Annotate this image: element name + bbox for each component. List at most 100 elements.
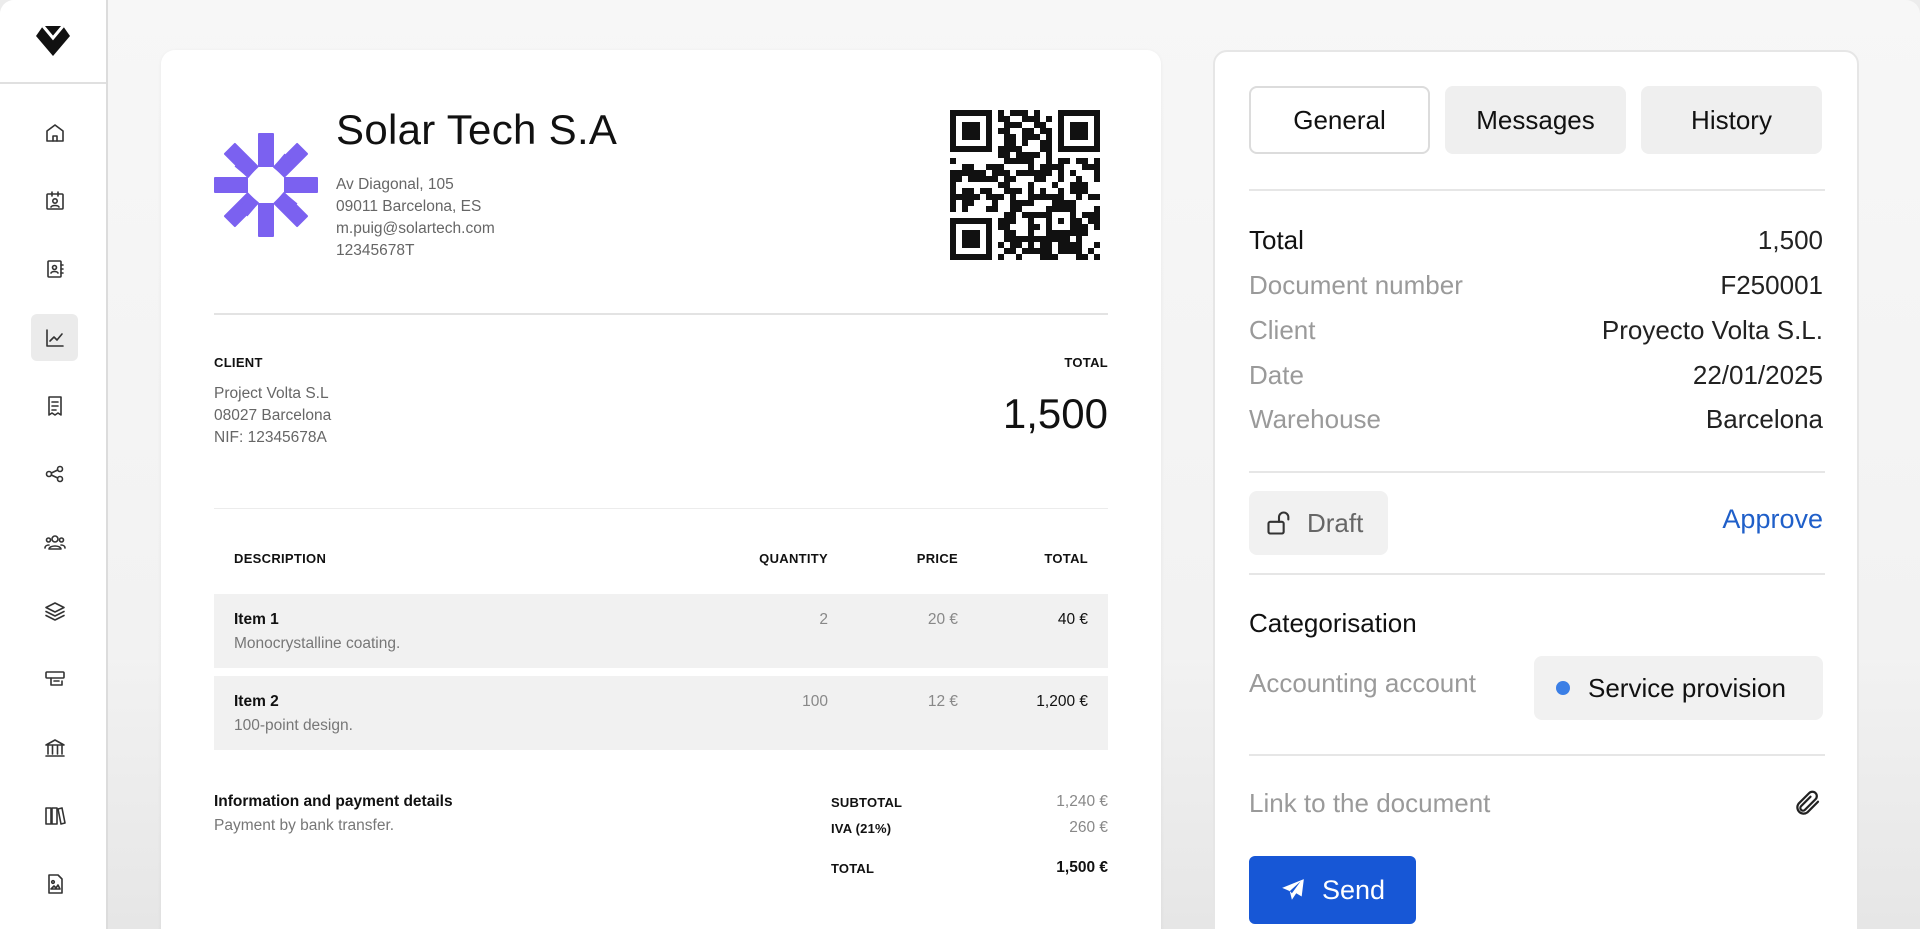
contact-card-icon — [45, 190, 64, 210]
document-number-value: F250001 — [1720, 270, 1823, 300]
invoice-total-amount: 1,500 — [1002, 390, 1108, 437]
client-label: Client — [1249, 315, 1316, 345]
payment-description: Payment by bank transfer. — [214, 817, 395, 834]
bank-icon — [44, 738, 65, 757]
item-price: 20 € — [927, 611, 958, 628]
divider — [1249, 754, 1825, 756]
sidebar-item-library[interactable] — [31, 792, 78, 839]
books-icon — [44, 806, 66, 825]
item-total: 40 € — [1057, 611, 1088, 628]
layers-icon — [44, 601, 65, 621]
summary-total-value: 1,500 € — [1056, 859, 1108, 876]
sidebar-item-analytics[interactable] — [31, 314, 78, 361]
summary-total-label: TOTAL — [831, 861, 875, 876]
users-icon — [43, 534, 66, 550]
total-label: Total — [1249, 225, 1304, 255]
sidebar-item-layers[interactable] — [31, 587, 78, 634]
tab-history[interactable]: History — [1641, 86, 1822, 154]
chart-icon — [45, 328, 64, 347]
item-quantity: 2 — [819, 611, 828, 628]
status-badge[interactable]: Draft — [1249, 491, 1388, 555]
share-icon — [45, 465, 63, 482]
sidebar-item-home[interactable] — [31, 109, 78, 156]
divider — [1249, 189, 1825, 191]
client-nif: NIF: 12345678A — [214, 429, 327, 446]
total-value: 1,500 — [1757, 225, 1823, 255]
company-city: 09011 Barcelona, ES — [336, 198, 482, 215]
accounting-account-label: Accounting account — [1249, 668, 1476, 698]
details-panel: General Messages History Total 1,500 Doc… — [1213, 50, 1859, 929]
diamond-logo-icon — [36, 25, 70, 56]
categorisation-title: Categorisation — [1249, 608, 1417, 638]
item-description: 100-point design. — [234, 717, 353, 734]
send-button[interactable]: Send — [1249, 856, 1416, 924]
item-description: Monocrystalline coating. — [234, 635, 401, 652]
accounting-account-select[interactable]: Service provision — [1534, 656, 1823, 720]
client-city: 08027 Barcelona — [214, 407, 332, 424]
client-value: Proyecto Volta S.L. — [1601, 315, 1823, 345]
divider — [1249, 471, 1825, 473]
warehouse-label: Warehouse — [1249, 404, 1381, 434]
image-file-icon — [47, 873, 63, 894]
app-window: Solar Tech S.A Av Diagonal, 105 09011 Ba… — [0, 0, 1920, 929]
sunburst-logo-icon — [214, 133, 318, 237]
company-tax-id: 12345678T — [336, 242, 415, 259]
sidebar-item-address-book[interactable] — [31, 245, 78, 292]
document-number-label: Document number — [1249, 270, 1463, 300]
item-price: 12 € — [927, 693, 958, 710]
payment-title: Information and payment details — [214, 793, 453, 810]
client-details: Project Volta S.L 08027 Barcelona NIF: 1… — [214, 383, 331, 449]
divider — [214, 313, 1108, 315]
company-name: Solar Tech S.A — [336, 106, 618, 153]
sidebar-item-bank[interactable] — [31, 724, 78, 771]
total-caption: TOTAL — [1064, 355, 1108, 370]
table-row — [214, 594, 1108, 668]
link-to-document-label: Link to the document — [1249, 788, 1491, 818]
subtotal-value: 1,240 € — [1056, 793, 1108, 810]
unlock-icon — [1267, 511, 1290, 535]
status-label: Draft — [1307, 507, 1364, 538]
company-address: Av Diagonal, 105 — [336, 176, 454, 193]
item-name: Item 2 — [234, 693, 279, 710]
column-header-total: TOTAL — [1044, 551, 1088, 566]
receipt-icon — [47, 395, 62, 416]
approve-link[interactable]: Approve — [1722, 504, 1823, 535]
app-logo[interactable] — [0, 0, 106, 84]
sidebar-item-contacts[interactable] — [31, 177, 78, 224]
sidebar-item-documents[interactable] — [31, 860, 78, 907]
date-label: Date — [1249, 360, 1304, 390]
warehouse-value: Barcelona — [1705, 404, 1823, 434]
home-icon — [45, 123, 64, 142]
date-value: 22/01/2025 — [1692, 360, 1823, 390]
address-book-icon — [46, 259, 64, 278]
subtotal-label: SUBTOTAL — [831, 795, 903, 810]
invoice-preview: Solar Tech S.A Av Diagonal, 105 09011 Ba… — [161, 50, 1161, 929]
tab-general[interactable]: General — [1249, 86, 1430, 154]
table-row — [214, 676, 1108, 750]
item-quantity: 100 — [802, 693, 828, 710]
iva-value: 260 € — [1069, 819, 1108, 836]
qr-code — [950, 110, 1100, 260]
paperclip-icon[interactable] — [1793, 788, 1823, 818]
tab-messages[interactable]: Messages — [1445, 86, 1626, 154]
sidebar-item-users[interactable] — [31, 518, 78, 565]
column-header-quantity: QUANTITY — [759, 551, 828, 566]
sidebar — [0, 0, 108, 929]
accounting-account-value: Service provision — [1588, 672, 1786, 703]
send-label: Send — [1321, 874, 1386, 905]
paper-plane-icon — [1282, 879, 1304, 900]
company-details: Av Diagonal, 105 09011 Barcelona, ES m.p… — [336, 174, 495, 262]
client-caption: CLIENT — [214, 355, 263, 370]
company-email: m.puig@solartech.com — [336, 220, 495, 237]
item-total: 1,200 € — [1036, 693, 1088, 710]
item-name: Item 1 — [234, 611, 279, 628]
divider — [1249, 573, 1825, 575]
sidebar-item-receipts[interactable] — [31, 382, 78, 429]
stamp-icon — [44, 670, 65, 686]
sidebar-item-stamp[interactable] — [31, 655, 78, 702]
status-dot — [1556, 681, 1570, 695]
column-header-description: DESCRIPTION — [234, 551, 327, 566]
divider — [214, 508, 1108, 509]
sidebar-item-share[interactable] — [31, 450, 78, 497]
column-header-price: PRICE — [916, 551, 958, 566]
